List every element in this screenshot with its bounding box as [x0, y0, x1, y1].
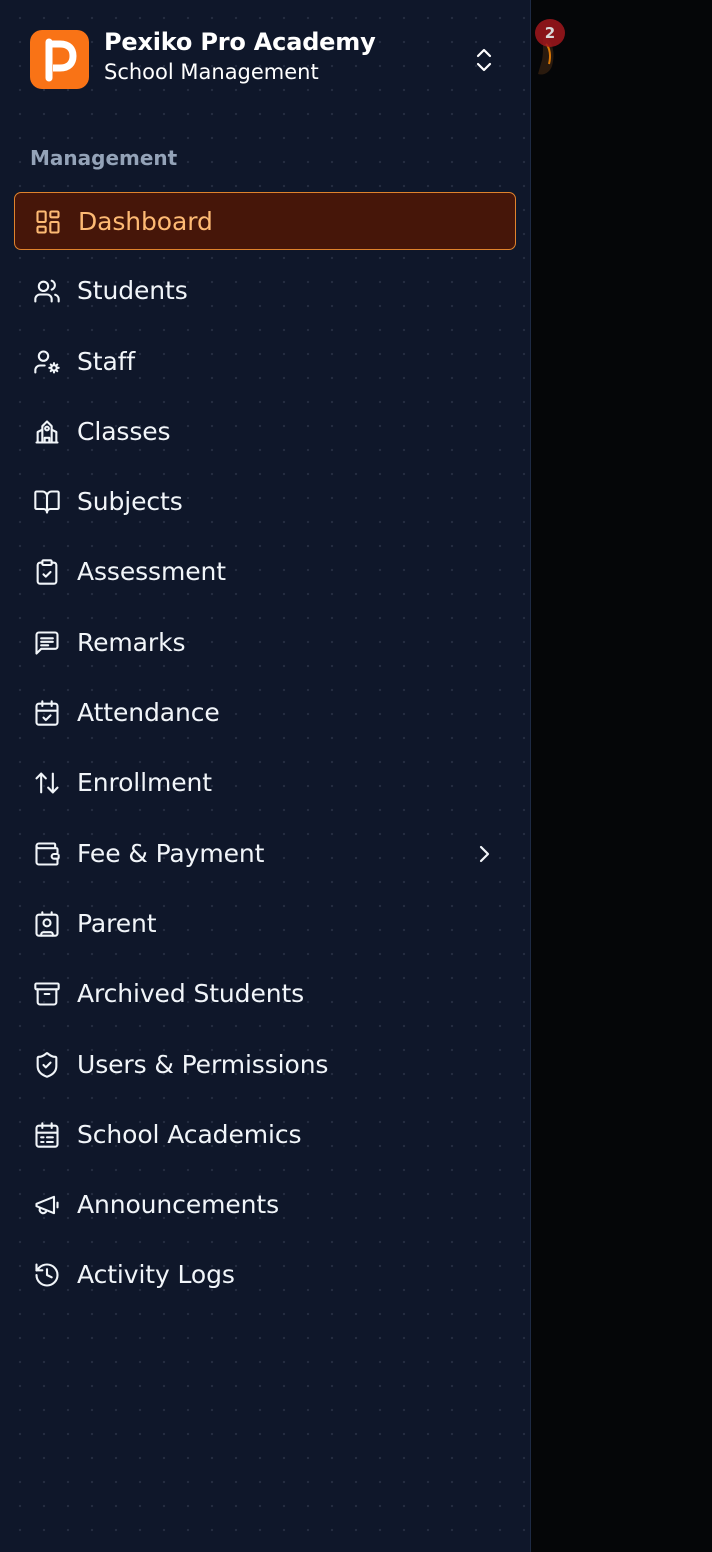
sidebar-item-remarks[interactable]: Remarks [14, 614, 516, 672]
sidebar-item-label: Staff [77, 346, 136, 376]
sidebar-item-enrollment[interactable]: Enrollment [14, 754, 516, 812]
calendar-list-icon [33, 1121, 61, 1149]
sidebar-item-label: Activity Logs [77, 1260, 235, 1290]
sidebar-item-label: Students [77, 276, 188, 306]
notification-badge[interactable]: 2 [535, 19, 565, 47]
brand-subtitle: School Management [104, 60, 319, 84]
contact-icon [33, 910, 61, 938]
sidebar-item-activity-logs[interactable]: Activity Logs [14, 1246, 516, 1304]
dashboard-icon [34, 208, 62, 236]
chevron-right-icon [479, 845, 490, 862]
sidebar-item-label: School Academics [77, 1119, 302, 1149]
sidebar-item-label: Announcements [77, 1190, 280, 1220]
sidebar-item-label: Remarks [77, 627, 186, 657]
shield-check-icon [33, 1051, 61, 1079]
calendar-check-icon [33, 699, 61, 727]
sidebar-item-label: Parent [77, 908, 157, 938]
sidebar-item-label: Subjects [77, 487, 183, 517]
sidebar-item-label: Enrollment [77, 768, 212, 798]
message-lines-icon [33, 629, 61, 657]
pexiko-logo-icon [45, 38, 76, 81]
sidebar-item-label: Assessment [77, 557, 226, 587]
school-switcher-button[interactable] [470, 44, 498, 76]
sidebar-item-school-academics[interactable]: School Academics [14, 1106, 516, 1164]
sidebar-item-users-permissions[interactable]: Users & Permissions [14, 1036, 516, 1094]
sidebar-item-dashboard[interactable]: Dashboard [14, 192, 516, 250]
sidebar-nav: Dashboard Students Staff Classes Subject… [14, 192, 516, 1317]
school-icon [33, 418, 61, 446]
sidebar-item-students[interactable]: Students [14, 262, 516, 320]
section-label-management: Management [30, 146, 178, 170]
clipboard-check-icon [33, 558, 61, 586]
megaphone-icon [33, 1191, 61, 1219]
brand-header: Pexiko Pro Academy School Management [0, 0, 530, 120]
sidebar-item-assessment[interactable]: Assessment [14, 543, 516, 601]
brand-name: Pexiko Pro Academy [104, 28, 376, 56]
sidebar-item-label: Users & Permissions [77, 1049, 329, 1079]
history-icon [33, 1261, 61, 1289]
sidebar-item-label: Classes [77, 416, 171, 446]
chevrons-up-down-icon [476, 48, 492, 72]
sidebar-item-archived-students[interactable]: Archived Students [14, 965, 516, 1023]
sidebar-item-parent[interactable]: Parent [14, 895, 516, 953]
sidebar-item-attendance[interactable]: Attendance [14, 684, 516, 742]
wallet-icon [33, 840, 61, 868]
sidebar-item-classes[interactable]: Classes [14, 403, 516, 461]
sidebar-item-label: Fee & Payment [77, 838, 265, 868]
book-open-icon [33, 488, 61, 516]
arrows-up-down-icon [33, 769, 61, 797]
sidebar-item-subjects[interactable]: Subjects [14, 473, 516, 531]
archive-icon [33, 980, 61, 1008]
sidebar-item-staff[interactable]: Staff [14, 333, 516, 391]
users-icon [33, 277, 61, 305]
sidebar-item-fee-payment[interactable]: Fee & Payment [14, 825, 516, 883]
sidebar-item-label: Dashboard [78, 207, 213, 236]
app-logo[interactable] [30, 30, 89, 89]
sidebar-item-label: Attendance [77, 698, 220, 728]
sidebar-item-announcements[interactable]: Announcements [14, 1176, 516, 1234]
sidebar-item-label: Archived Students [77, 979, 305, 1009]
sidebar: Pexiko Pro Academy School Management Man… [0, 0, 531, 1552]
user-cog-icon [33, 348, 61, 376]
